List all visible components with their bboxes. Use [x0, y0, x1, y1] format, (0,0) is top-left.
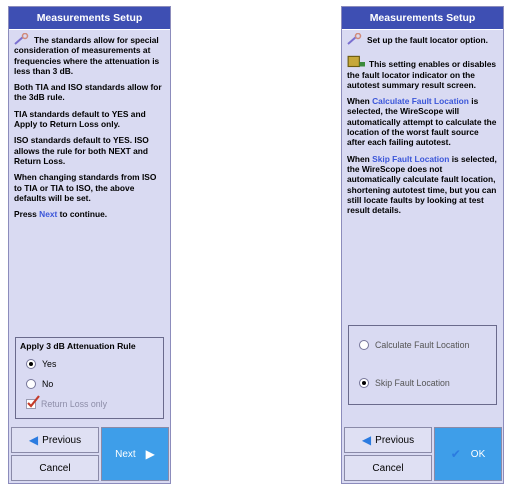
wrench-icon [347, 33, 362, 45]
help-text: The standards allow for special consider… [14, 33, 165, 225]
paragraph-iso: ISO standards default to YES. ISO allows… [14, 135, 149, 166]
title-bar: Measurements Setup [9, 7, 170, 30]
paragraph-skip: When Skip Fault Location is selected, th… [347, 153, 497, 216]
check-icon: ✔ [450, 447, 461, 461]
radio-skip-fault-location[interactable]: Skip Fault Location [349, 364, 496, 402]
attenuation-rule-group: Apply 3 dB Attenuation Rule Yes No Retur… [15, 337, 164, 419]
cancel-button[interactable]: Cancel [344, 455, 432, 481]
paragraph-calculate: When Calculate Fault Location is selecte… [347, 96, 497, 148]
measurements-setup-screen-right: Measurements Setup Set up the fault loca… [341, 6, 504, 484]
radio-yes[interactable]: Yes [16, 354, 163, 374]
fault-location-group: Calculate Fault Location Skip Fault Loca… [348, 325, 497, 405]
next-button[interactable]: Next ▶ [101, 427, 169, 481]
previous-button[interactable]: ◀ Previous [344, 427, 432, 453]
window-title: Measurements Setup [36, 12, 143, 24]
radio-no[interactable]: No [16, 374, 163, 394]
help-text: Set up the fault locator option. This se… [347, 33, 498, 221]
wrench-icon [14, 33, 29, 45]
radio-no-indicator[interactable] [26, 379, 36, 389]
radio-yes-indicator[interactable] [26, 359, 36, 369]
arrow-right-icon: ▶ [145, 447, 155, 461]
checkbox-return-loss-only[interactable]: Return Loss only [16, 394, 163, 414]
checkmark-icon[interactable] [26, 395, 40, 409]
previous-button[interactable]: ◀ Previous [11, 427, 99, 453]
paragraph-tia: TIA standards default to YES and Apply t… [14, 108, 146, 130]
paragraph-setting: This setting enables or disables the fau… [347, 55, 498, 90]
radio-skip-indicator[interactable] [359, 378, 369, 388]
title-bar: Measurements Setup [342, 7, 503, 30]
arrow-left-icon: ◀ [361, 433, 372, 447]
arrow-left-icon: ◀ [28, 433, 39, 447]
paragraph-press-next: Press Next to continue. [14, 209, 108, 220]
window-title: Measurements Setup [369, 12, 476, 24]
paragraph-change-standards: When changing standards from ISO to TIA … [14, 172, 157, 203]
group-title: Apply 3 dB Attenuation Rule [20, 341, 136, 351]
intro-paragraph: The standards allow for special consider… [14, 33, 160, 76]
radio-calculate-fault-location[interactable]: Calculate Fault Location [349, 326, 496, 364]
measurements-setup-screen-left: Measurements Setup The standards allow f… [8, 6, 171, 484]
paragraph-3db-rule: Both TIA and ISO standards allow for the… [14, 82, 162, 103]
intro-paragraph: Set up the fault locator option. [347, 33, 498, 45]
ok-button[interactable]: ✔ OK [434, 427, 502, 481]
fault-locator-icon [347, 56, 365, 68]
radio-calculate-indicator[interactable] [359, 340, 369, 350]
cancel-button[interactable]: Cancel [11, 455, 99, 481]
